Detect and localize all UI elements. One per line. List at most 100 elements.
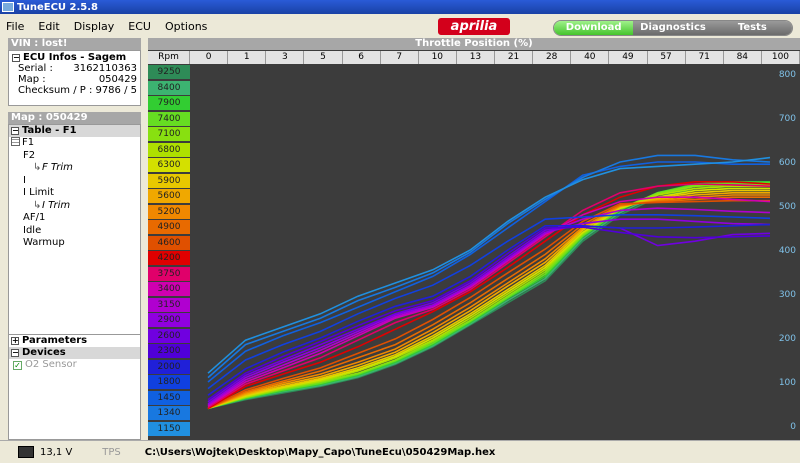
menu-options[interactable]: Options [165, 20, 207, 33]
tree-item-idle[interactable]: Idle [9, 225, 140, 238]
tab-download[interactable]: Download [554, 21, 634, 35]
battery-voltage: 13,1 V [40, 446, 73, 458]
rpm-row-2300[interactable]: 2300 [148, 344, 190, 359]
tree-title[interactable]: − Table - F1 [9, 125, 140, 137]
menu-display[interactable]: Display [74, 20, 115, 33]
ecu-chip-icon [18, 446, 34, 458]
app-icon [2, 2, 14, 12]
rpm-row-7900[interactable]: 7900 [148, 96, 190, 111]
o2-sensor-item[interactable]: ✓ O2 Sensor [9, 359, 140, 371]
devices-row[interactable]: − Devices [9, 347, 140, 359]
file-path: C:\Users\Wojtek\Desktop\Mapy_Capo\TuneEc… [144, 446, 496, 458]
y-tick-label: 500 [779, 202, 796, 212]
throttle-column-header: 84 [723, 51, 762, 64]
tree-item-f2[interactable]: F2 [9, 150, 140, 163]
rpm-row-1150[interactable]: 1150 [148, 421, 190, 437]
rpm-row-2900[interactable]: 2900 [148, 313, 190, 328]
menu-ecu[interactable]: ECU [128, 20, 151, 33]
tree-item-i-trim[interactable]: ↳I Trim [9, 200, 140, 213]
tab-diagnostics[interactable]: Diagnostics [633, 21, 713, 35]
tps-label: TPS [102, 446, 121, 458]
throttle-column-header: 7 [380, 51, 419, 64]
tab-tests[interactable]: Tests [712, 21, 792, 35]
rpm-row-4200[interactable]: 4200 [148, 251, 190, 266]
map-header: Map : 050429 [8, 112, 141, 124]
y-tick-label: 300 [779, 290, 796, 300]
sub-arrow-icon: ↳ [33, 162, 42, 173]
serial-row: Serial :3162110363 [18, 63, 137, 74]
series-line-8400 [207, 183, 770, 410]
menu-file[interactable]: File [6, 20, 24, 33]
y-tick-label: 400 [779, 246, 796, 256]
rpm-row-3150[interactable]: 3150 [148, 297, 190, 313]
collapse-icon[interactable]: − [12, 53, 20, 62]
ecu-info-title[interactable]: − ECU Infos - Sagem [12, 52, 137, 63]
expand-icon[interactable]: + [11, 337, 19, 345]
rpm-row-3750[interactable]: 3750 [148, 266, 190, 282]
status-bar: 13,1 V TPS C:\Users\Wojtek\Desktop\Mapy_… [0, 440, 800, 463]
throttle-column-header: 40 [571, 51, 610, 64]
rpm-row-2000[interactable]: 2000 [148, 359, 190, 375]
tree-item-f-trim[interactable]: ↳F Trim [9, 162, 140, 175]
rpm-row-2600[interactable]: 2600 [148, 328, 190, 344]
vin-header: VIN : lost! [8, 38, 141, 50]
y-tick-label: 0 [790, 422, 796, 432]
throttle-column-header: 10 [418, 51, 457, 64]
bottom-panel: + Parameters − Devices ✓ O2 Sensor [8, 334, 141, 440]
sub-arrow-icon: ↳ [33, 199, 42, 211]
y-tick-label: 200 [779, 334, 796, 344]
rpm-row-6800[interactable]: 6800 [148, 142, 190, 158]
series-line-7100 [207, 184, 770, 410]
window-title: TuneECU 2.5.8 [17, 1, 98, 13]
rpm-header: Rpm [148, 51, 190, 64]
checkbox-icon[interactable]: ✓ [13, 360, 22, 370]
throttle-column-header: 57 [647, 51, 686, 64]
tree-item-f1[interactable]: F1 [9, 137, 140, 150]
collapse-icon[interactable]: − [11, 127, 19, 135]
throttle-column-header: 21 [495, 51, 534, 64]
collapse-icon[interactable]: − [11, 349, 19, 357]
tree-item-i-limit[interactable]: I Limit [9, 187, 140, 200]
map-row: Map :050429 [18, 74, 137, 85]
tree-item-af1[interactable]: AF/1 [9, 212, 140, 225]
rpm-row-5600[interactable]: 5600 [148, 189, 190, 204]
rpm-row-5200[interactable]: 5200 [148, 204, 190, 220]
parameters-row[interactable]: + Parameters [9, 335, 140, 347]
rpm-row-1450[interactable]: 1450 [148, 390, 190, 406]
throttle-column-header: 1 [228, 51, 267, 64]
map-tree: − Table - F1 F1 F2 ↳F Trim I I Limit ↳I … [8, 124, 141, 346]
title-bar: TuneECU 2.5.8 [0, 0, 800, 14]
rpm-row-7100[interactable]: 7100 [148, 127, 190, 142]
series-line-4900 [207, 196, 770, 410]
menu-edit[interactable]: Edit [38, 20, 59, 33]
checksum-row: Checksum / P :9786 / 5 [18, 85, 137, 96]
throttle-column-header: 3 [266, 51, 305, 64]
throttle-column-header: 13 [456, 51, 495, 64]
throttle-column-header: 5 [304, 51, 343, 64]
y-tick-label: 600 [779, 158, 796, 168]
y-tick-label: 700 [779, 114, 796, 124]
rpm-row-7400[interactable]: 7400 [148, 111, 190, 127]
y-tick-label: 800 [779, 70, 796, 80]
throttle-column-header: 71 [685, 51, 724, 64]
ecu-info-box: − ECU Infos - Sagem Serial :3162110363 M… [8, 50, 141, 106]
throttle-column-header: 28 [533, 51, 572, 64]
throttle-column-header: 100 [761, 51, 800, 64]
rpm-row-6300[interactable]: 6300 [148, 158, 190, 173]
tree-item-i[interactable]: I [9, 175, 140, 188]
rpm-row-5900[interactable]: 5900 [148, 173, 190, 189]
rpm-row-1800[interactable]: 1800 [148, 375, 190, 390]
tree-item-warmup[interactable]: Warmup [9, 237, 140, 250]
rpm-row-4900[interactable]: 4900 [148, 220, 190, 235]
rpm-row-4600[interactable]: 4600 [148, 235, 190, 251]
throttle-column-header: 6 [342, 51, 381, 64]
y-tick-label: 100 [779, 378, 796, 388]
mode-tabs: Download Diagnostics Tests [553, 20, 793, 36]
map-chart-area: Throttle Position (%) Rpm 0 1 3 5 6 7 10 13 21 28… [148, 38, 800, 440]
rpm-row-9250[interactable]: 9250 [148, 65, 190, 80]
map-line-chart[interactable]: 0 100 200 300 400 500 600 700 800 [190, 64, 800, 440]
rpm-row-1340[interactable]: 1340 [148, 406, 190, 421]
rpm-row-3400[interactable]: 3400 [148, 282, 190, 297]
throttle-column-header: 0 [190, 51, 229, 64]
rpm-row-8400[interactable]: 8400 [148, 80, 190, 96]
